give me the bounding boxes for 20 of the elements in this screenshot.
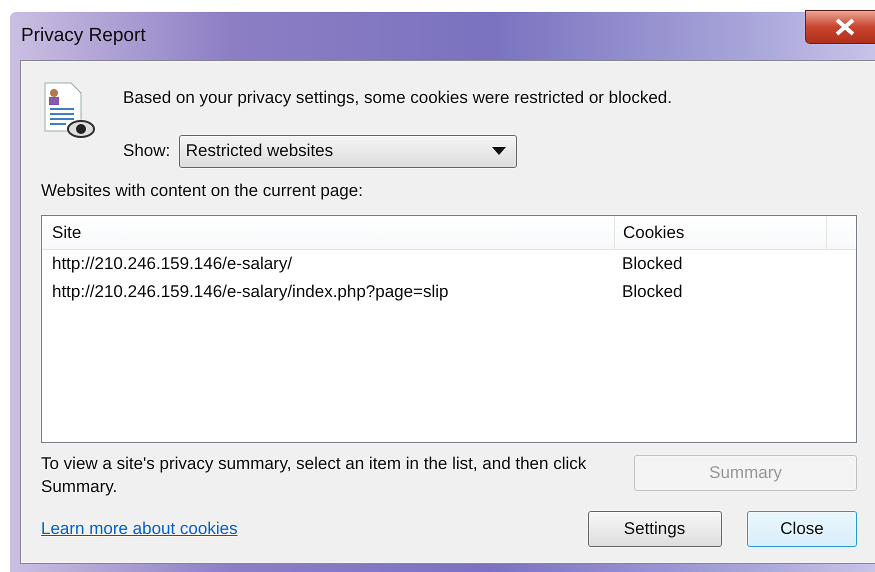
settings-button[interactable]: Settings — [588, 510, 722, 547]
cookies-cell-text: Blocked — [621, 281, 684, 304]
hint-text: To view a site's privacy summary, select an item in the list, and then click Summary. — [41, 453, 588, 498]
site-cell-text: http://210.246.159.146/e-salary/index.php?page=slip — [51, 281, 450, 304]
column-header[interactable]: Site — [42, 220, 614, 246]
column-header[interactable]: Cookies — [614, 216, 826, 249]
site-cell-text: http://210.246.159.146/e-salary/ — [51, 253, 294, 276]
window-title: Privacy Report — [21, 24, 146, 48]
learn-more-link[interactable]: Learn more about cookies — [41, 516, 238, 542]
info-message: Based on your privacy settings, some cookies were restricted or blocked. — [123, 87, 672, 109]
show-label: Show: — [123, 140, 170, 162]
caret-icon — [492, 147, 506, 155]
close-button[interactable] — [805, 10, 875, 44]
show-dropdown[interactable]: Restricted websites — [178, 134, 517, 168]
list-row[interactable]: http://210.246.159.146/e-salary/index.php?page=slip Blocked — [42, 278, 856, 306]
cookies-cell-text: Blocked — [621, 253, 684, 276]
list-row[interactable]: http://210.246.159.146/e-salary/ Blocked — [42, 250, 856, 278]
list-caption: Websites with content on the current page: — [41, 180, 363, 200]
close-icon — [834, 18, 856, 36]
close-button[interactable]: Close — [747, 510, 857, 547]
